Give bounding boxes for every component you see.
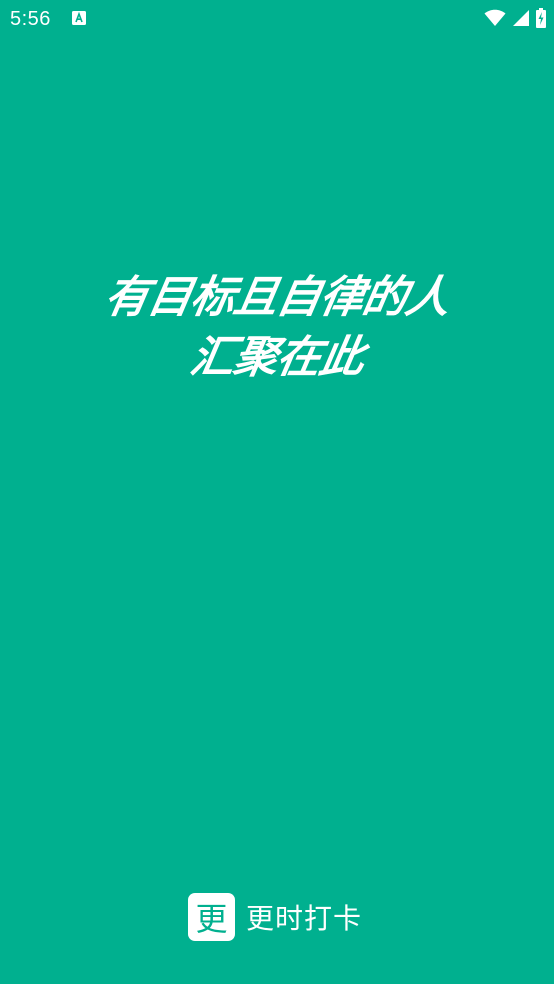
slogan: 有目标且自律的人 汇聚在此 <box>0 268 554 388</box>
status-bar: 5:56 <box>0 0 554 38</box>
brand: 更 更时打卡 <box>188 893 362 941</box>
text-notification-icon <box>72 11 86 25</box>
app-name: 更时打卡 <box>246 902 363 935</box>
slogan-line-2: 汇聚在此 <box>186 332 368 383</box>
cellular-signal-icon <box>513 10 529 26</box>
battery-charging-icon <box>536 8 546 28</box>
app-logo: 更 <box>188 893 235 941</box>
slogan-line-1: 有目标且自律的人 <box>100 272 454 323</box>
status-icons <box>484 7 546 29</box>
status-time: 5:56 <box>10 8 51 30</box>
wifi-icon <box>484 9 506 26</box>
